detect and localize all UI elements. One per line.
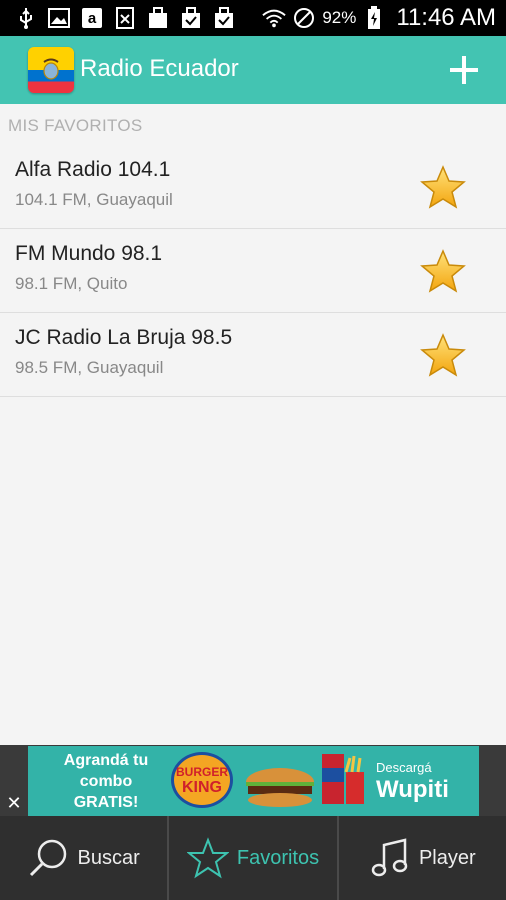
favorite-star-icon[interactable]	[420, 249, 466, 293]
image-icon	[47, 7, 71, 29]
favorites-list: Alfa Radio 104.1 104.1 FM, Guayaquil FM …	[0, 145, 506, 397]
star-outline-icon	[186, 837, 229, 879]
ad-line-2: combo	[79, 773, 133, 790]
status-bar: a 92% 11:46 AM	[0, 0, 506, 36]
ad-cta-big: Wupiti	[376, 776, 449, 803]
usb-icon	[14, 7, 38, 29]
favorite-station-row[interactable]: FM Mundo 98.1 98.1 FM, Quito	[0, 229, 506, 313]
ad-line-3: GRATIS!	[73, 794, 139, 811]
ad-headline: Agrandá tu combo GRATIS!	[46, 750, 166, 813]
station-details: 98.1 FM, Quito	[15, 274, 128, 293]
music-note-icon	[371, 838, 408, 877]
station-details: 98.5 FM, Guayaquil	[15, 358, 164, 377]
favorite-star-icon[interactable]	[420, 165, 466, 209]
station-name: Alfa Radio 104.1	[15, 158, 171, 181]
clock: 11:46 AM	[396, 4, 496, 31]
ecuador-flag-icon	[28, 47, 74, 93]
notification-icons: a	[14, 5, 236, 31]
section-header-favorites: MIS FAVORITOS	[8, 116, 143, 135]
do-not-disturb-icon	[292, 7, 316, 29]
plus-icon	[450, 56, 478, 84]
ad-cta-small: Descargá	[376, 760, 432, 775]
ad-close-button[interactable]: ✕	[0, 791, 28, 816]
nav-player[interactable]: Player	[336, 816, 506, 900]
battery-charging-icon	[362, 6, 386, 29]
nav-search-label: Buscar	[77, 846, 140, 869]
bag-check-icon	[212, 7, 236, 29]
bag-check-icon	[179, 7, 203, 29]
favorite-station-row[interactable]: Alfa Radio 104.1 104.1 FM, Guayaquil	[0, 145, 506, 229]
search-icon	[29, 839, 66, 877]
nav-search[interactable]: Buscar	[0, 816, 167, 900]
station-name: JC Radio La Bruja 98.5	[15, 326, 233, 349]
favorite-station-row[interactable]: JC Radio La Bruja 98.5 98.5 FM, Guayaqui…	[0, 313, 506, 397]
ad-line-1: Agrandá tu	[63, 752, 149, 769]
svg-text:a: a	[88, 10, 97, 27]
add-station-button[interactable]	[444, 50, 484, 90]
station-details: 104.1 FM, Guayaquil	[15, 190, 173, 209]
app-bar: Radio Ecuador	[0, 36, 506, 104]
voicemail-icon	[113, 7, 137, 29]
bottom-navigation: Buscar Favoritos Player	[0, 816, 506, 900]
wifi-icon	[262, 7, 287, 29]
nav-favorites[interactable]: Favoritos	[167, 816, 336, 900]
nav-favorites-label: Favoritos	[236, 846, 320, 869]
logo-text-top: BURGER	[175, 765, 228, 779]
station-name: FM Mundo 98.1	[15, 242, 163, 265]
bag-icon	[146, 7, 170, 29]
logo-text-bottom: KING	[182, 779, 222, 796]
system-indicators: 92% 11:46 AM	[262, 4, 496, 32]
amazon-icon: a	[80, 7, 104, 29]
ad-area: ✕ Agrandá tu combo GRATIS! BURGER KING D…	[0, 745, 506, 816]
favorite-star-icon[interactable]	[420, 333, 466, 377]
app-title: Radio Ecuador	[80, 55, 239, 82]
battery-percent: 92%	[322, 8, 357, 27]
nav-player-label: Player	[418, 846, 476, 869]
burger-king-logo: BURGER KING	[171, 752, 233, 808]
ad-banner[interactable]: Agrandá tu combo GRATIS! BURGER KING Des…	[28, 746, 479, 816]
food-image	[240, 752, 370, 812]
